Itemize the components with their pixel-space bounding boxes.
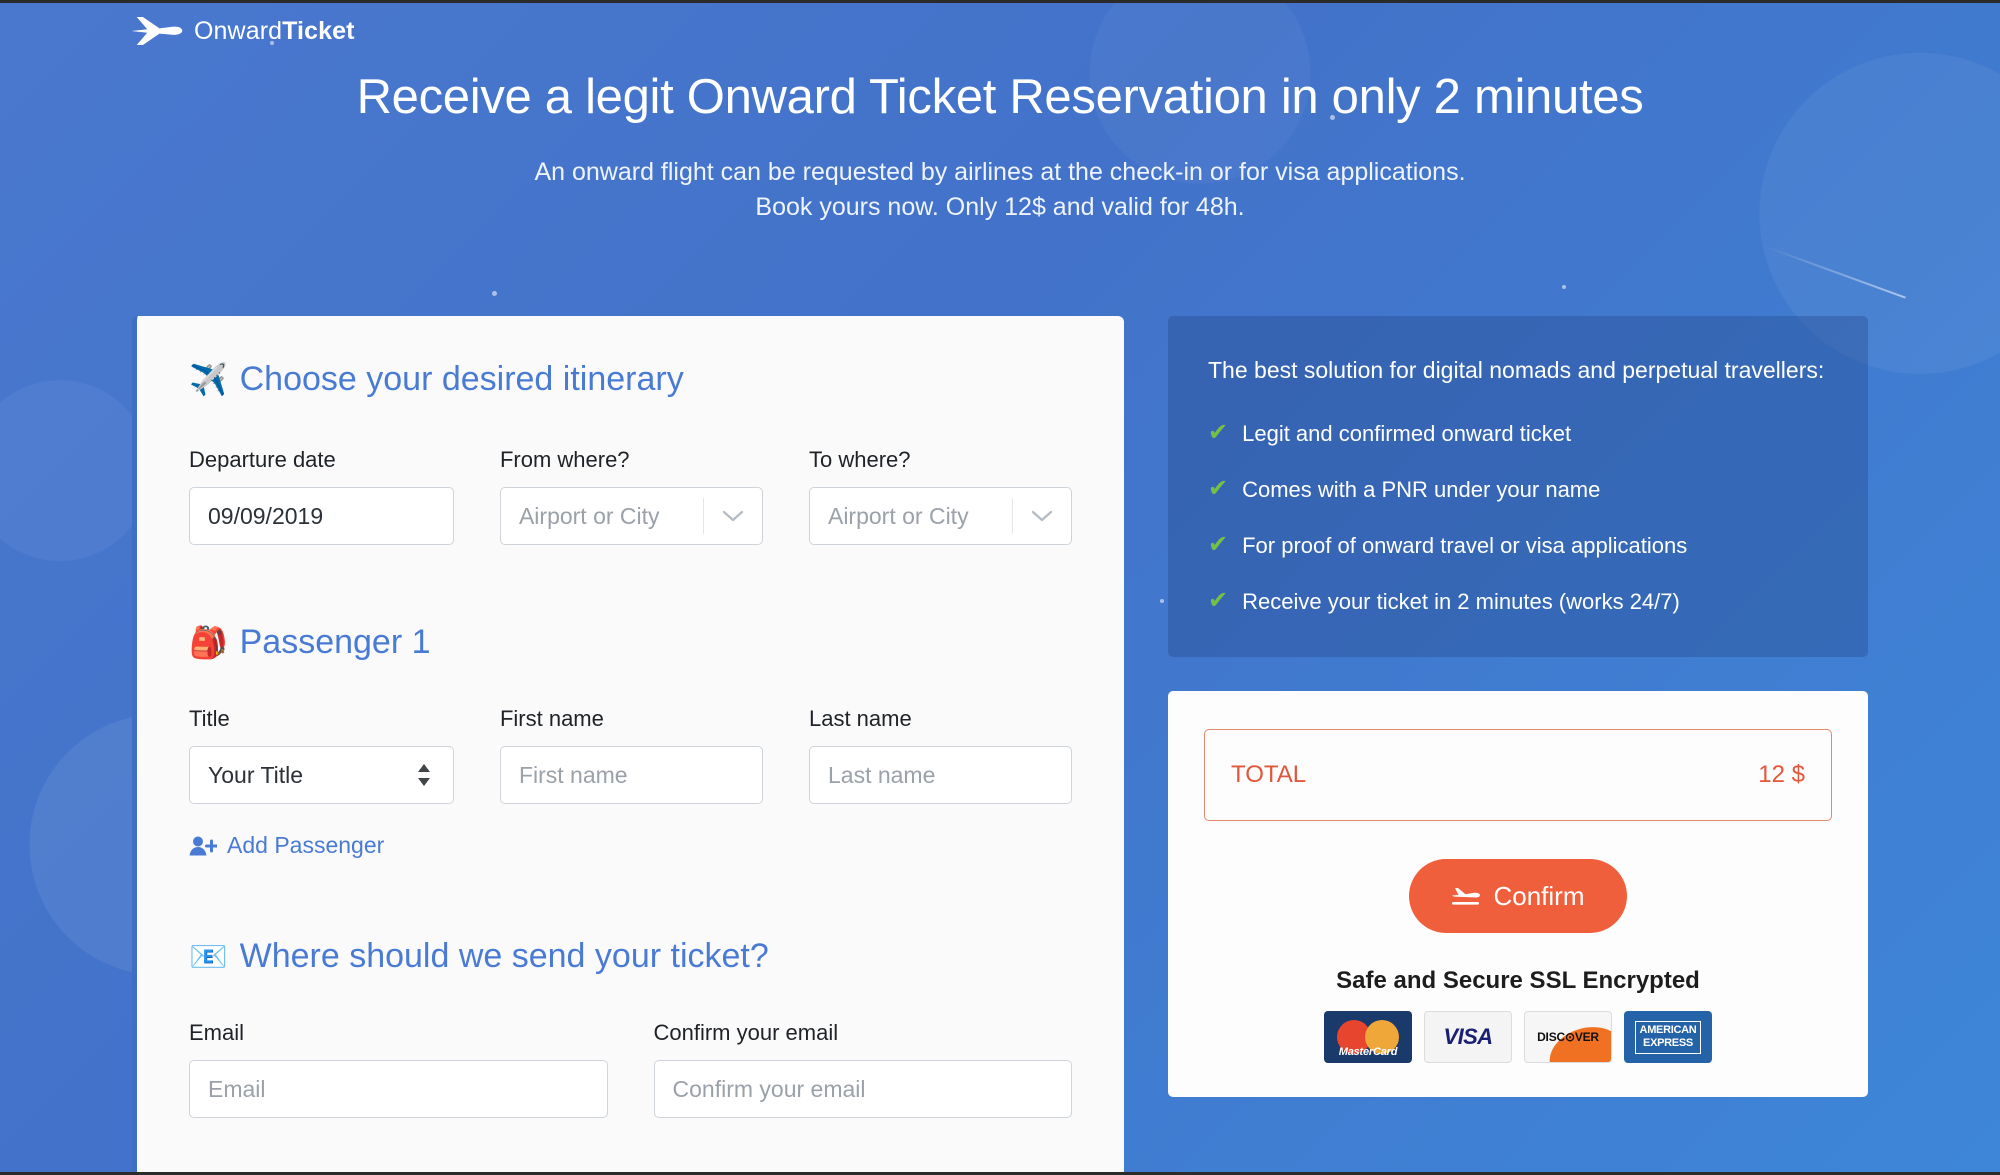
backpack-emoji-icon: 🎒	[189, 625, 228, 660]
first-name-field: First name First name	[499, 706, 763, 804]
last-name-input[interactable]: Last name	[808, 746, 1073, 804]
check-icon: ✔	[1208, 419, 1229, 447]
add-passenger-button[interactable]: Add Passenger	[189, 832, 384, 859]
title-label: Title	[189, 706, 230, 731]
from-where-label: From where?	[499, 447, 630, 472]
mastercard-label: MasterCard	[1338, 1046, 1398, 1059]
amex-label-bottom: EXPRESS	[1643, 1037, 1693, 1050]
last-name-field: Last name Last name	[808, 706, 1073, 804]
ssl-notice: Safe and Secure SSL Encrypted	[1336, 967, 1700, 995]
section-heading-passenger-label: Passenger 1	[239, 623, 431, 661]
to-where-select[interactable]: Airport or City	[808, 487, 1073, 545]
email-field: Email Email	[189, 1020, 608, 1118]
booking-form-card: ✈️ Choose your desired itinerary Departu…	[132, 316, 1124, 1172]
benefit-label: Legit and confirmed onward ticket	[1242, 421, 1572, 447]
first-name-input[interactable]: First name	[499, 746, 763, 804]
from-where-placeholder: Airport or City	[518, 502, 660, 529]
section-heading-delivery: 📧 Where should we send your ticket?	[189, 937, 1072, 976]
to-where-placeholder: Airport or City	[827, 502, 969, 529]
brand-name-bold: Ticket	[282, 16, 355, 45]
brand-logo[interactable]: OnwardTicket	[128, 11, 355, 51]
discover-label: DISC⊙VER	[1537, 1030, 1599, 1045]
brand-name-light: Onward	[194, 16, 283, 45]
benefit-label: Receive your ticket in 2 minutes (works …	[1242, 589, 1680, 615]
plane-departure-icon	[1452, 888, 1481, 905]
from-where-select[interactable]: Airport or City	[499, 487, 763, 545]
confirm-email-field: Confirm your email Confirm your email	[653, 1020, 1072, 1118]
discover-logo-icon: DISC⊙VER	[1524, 1011, 1612, 1064]
decor-star	[492, 291, 497, 296]
email-label: Email	[189, 1020, 245, 1045]
check-icon: ✔	[1208, 531, 1229, 559]
last-name-label: Last name	[808, 706, 912, 731]
amex-label-top: AMERICAN	[1639, 1023, 1697, 1036]
benefit-item: ✔ For proof of onward travel or visa app…	[1208, 533, 1828, 559]
itinerary-fields-row: Departure date 09/09/2019 From where? Ai…	[189, 447, 1073, 545]
section-heading-itinerary-label: Choose your desired itinerary	[239, 360, 684, 398]
chevron-down-icon[interactable]	[704, 509, 762, 523]
hero-subtitle-line-1: An onward flight can be requested by air…	[534, 157, 1466, 186]
benefit-label: For proof of onward travel or visa appli…	[1242, 533, 1688, 559]
benefit-item: ✔ Legit and confirmed onward ticket	[1208, 421, 1828, 447]
passenger-fields-row: Title Your Title First name First name L…	[189, 706, 1073, 804]
content-columns: ✈️ Choose your desired itinerary Departu…	[0, 316, 2000, 1172]
decor-shooting-star	[1764, 245, 1906, 299]
hero-subtitle: An onward flight can be requested by air…	[0, 155, 2000, 226]
spinner-arrows-icon[interactable]	[417, 764, 435, 786]
section-heading-passenger: 🎒 Passenger 1	[189, 623, 1072, 662]
to-where-label: To where?	[808, 447, 911, 472]
departure-date-label: Departure date	[189, 447, 336, 472]
from-where-field: From where? Airport or City	[499, 447, 763, 545]
user-plus-icon	[189, 836, 217, 855]
amex-logo-icon: AMERICAN EXPRESS	[1624, 1011, 1712, 1064]
confirm-button-label: Confirm	[1493, 880, 1585, 911]
mastercard-logo-icon: MasterCard	[1324, 1011, 1412, 1064]
airplane-icon	[131, 17, 183, 45]
benefit-item: ✔ Receive your ticket in 2 minutes (work…	[1208, 589, 1828, 615]
benefits-lead-text: The best solution for digital nomads and…	[1208, 357, 1825, 383]
total-label: TOTAL	[1231, 761, 1307, 789]
section-heading-itinerary: ✈️ Choose your desired itinerary	[189, 360, 1072, 399]
checkout-panel: TOTAL 12 $ Confirm Safe and Secure SSL E…	[1168, 691, 1868, 1098]
benefits-panel: The best solution for digital nomads and…	[1168, 316, 1868, 658]
total-value: 12 $	[1758, 761, 1805, 789]
check-icon: ✔	[1208, 587, 1229, 615]
check-icon: ✔	[1208, 475, 1229, 503]
airplane-emoji-icon: ✈️	[189, 362, 228, 397]
hero-subtitle-line-2: Book yours now. Only 12$ and valid for 4…	[755, 193, 1245, 222]
accepted-cards: MasterCard VISA DISC⊙VER AMERICAN EXPRES…	[1324, 1011, 1712, 1064]
benefit-label: Comes with a PNR under your name	[1242, 477, 1601, 503]
departure-date-field: Departure date 09/09/2019	[189, 447, 454, 545]
page-title: Receive a legit Onward Ticket Reservatio…	[356, 70, 1644, 124]
title-value: Your Title	[208, 761, 304, 788]
decor-star	[1562, 285, 1566, 289]
page-root: OnwardTicket Receive a legit Onward Tick…	[0, 0, 2000, 1175]
title-select[interactable]: Your Title	[189, 746, 454, 804]
total-box: TOTAL 12 $	[1204, 729, 1832, 822]
add-passenger-label: Add Passenger	[227, 832, 385, 858]
chevron-down-icon[interactable]	[1013, 509, 1071, 523]
visa-label: VISA	[1443, 1024, 1494, 1050]
departure-date-input[interactable]: 09/09/2019	[189, 487, 454, 545]
sidebar-column: The best solution for digital nomads and…	[1168, 316, 1868, 1172]
first-name-label: First name	[499, 706, 604, 731]
confirm-email-label: Confirm your email	[653, 1020, 839, 1045]
to-where-field: To where? Airport or City	[808, 447, 1073, 545]
title-field: Title Your Title	[189, 706, 454, 804]
benefit-item: ✔ Comes with a PNR under your name	[1208, 477, 1828, 503]
email-input[interactable]: Email	[189, 1060, 608, 1118]
confirm-email-input[interactable]: Confirm your email	[653, 1060, 1072, 1118]
section-heading-delivery-label: Where should we send your ticket?	[239, 937, 769, 975]
brand-name: OnwardTicket	[194, 17, 355, 46]
email-emoji-icon: 📧	[189, 939, 228, 974]
confirm-button[interactable]: Confirm	[1409, 859, 1627, 934]
visa-logo-icon: VISA	[1424, 1011, 1512, 1064]
email-fields-row: Email Email Confirm your email Confirm y…	[189, 1020, 1072, 1118]
